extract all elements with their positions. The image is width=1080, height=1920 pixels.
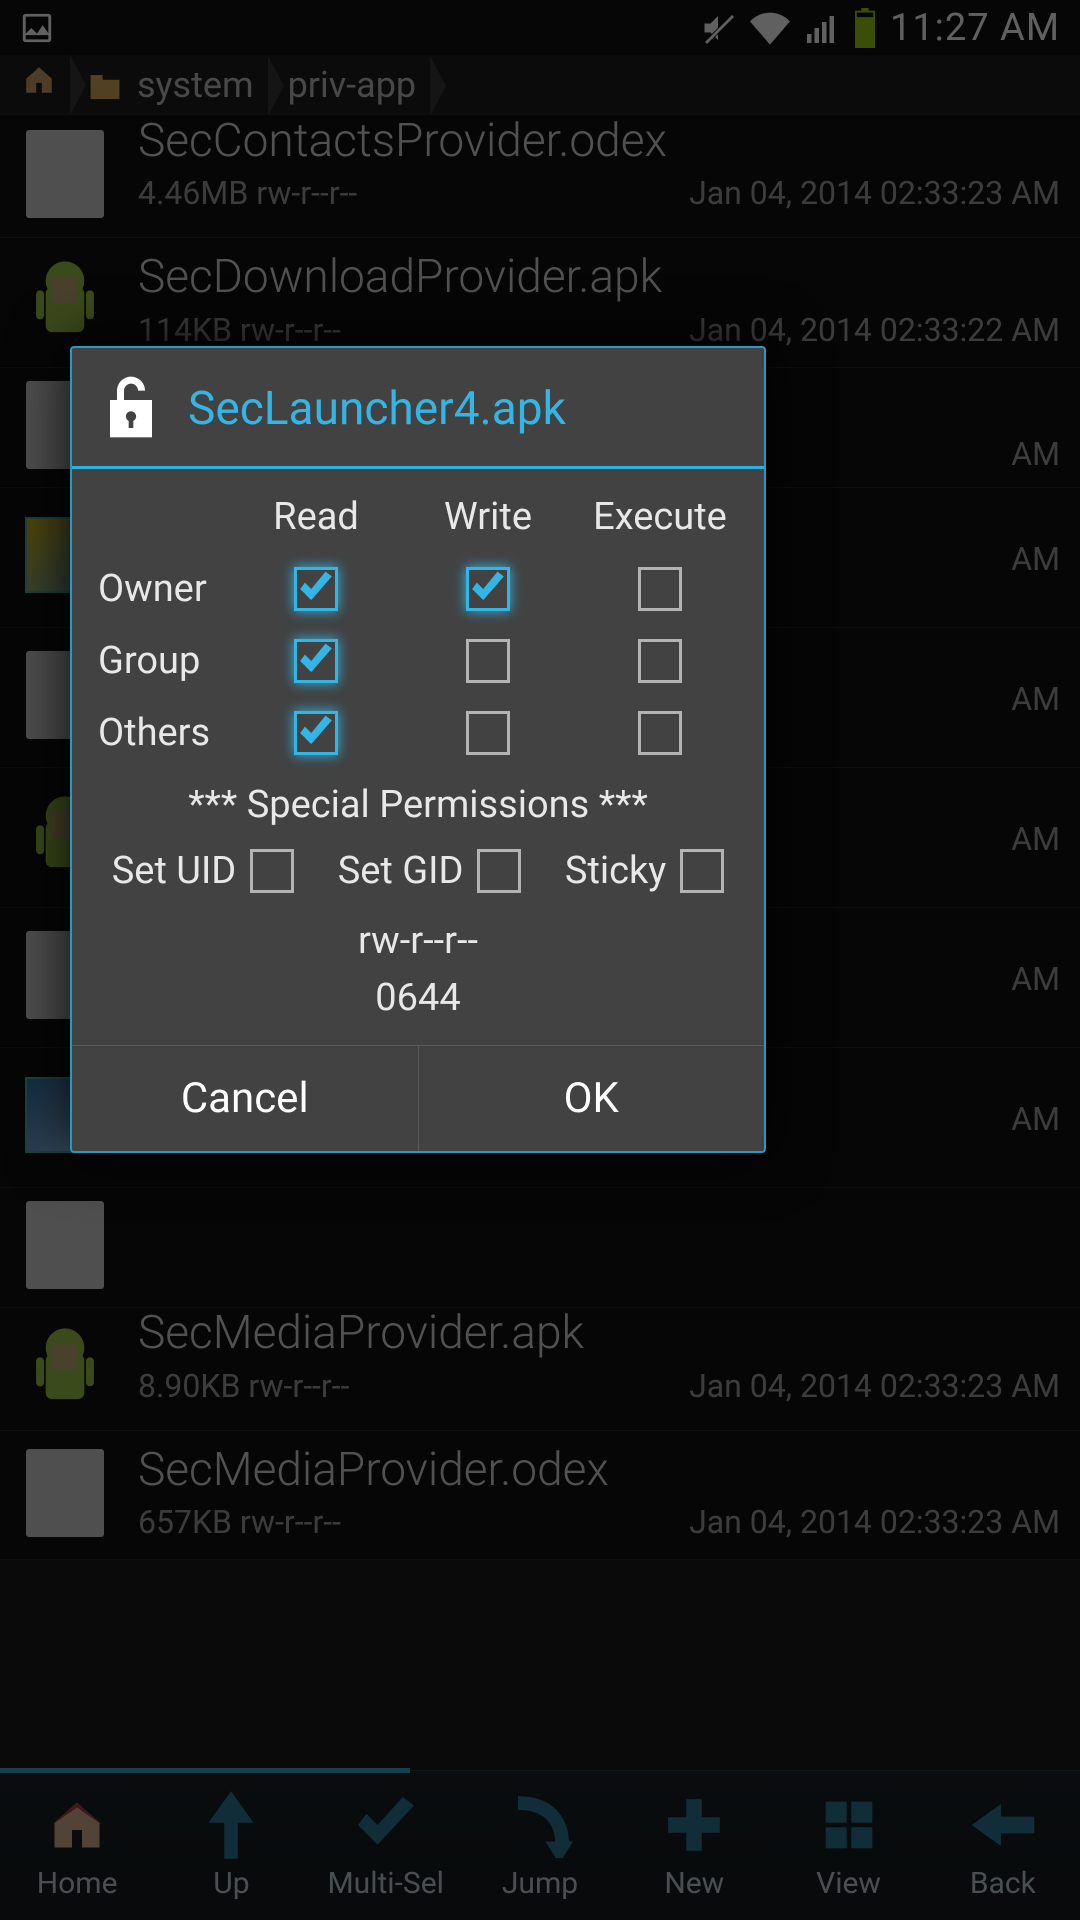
- bottom-label: Multi-Sel: [327, 1866, 443, 1901]
- picture-icon: [20, 11, 54, 45]
- breadcrumb-label-2: priv-app: [288, 64, 417, 106]
- sticky-label: Sticky: [565, 849, 666, 893]
- breadcrumb: system priv-app: [0, 55, 1080, 115]
- plus-icon: [659, 1790, 729, 1860]
- grid-icon: [814, 1790, 884, 1860]
- file-name: SecMediaProvider.apk: [138, 1308, 1060, 1359]
- bottom-label: View: [816, 1866, 881, 1901]
- chk-setgid[interactable]: [477, 849, 521, 893]
- bottom-label: Jump: [502, 1866, 578, 1901]
- file-size-perm: 4.46MB rw-r--r--: [138, 174, 357, 212]
- file-size-perm: 114KB rw-r--r--: [138, 311, 341, 349]
- chk-others-write[interactable]: [466, 711, 510, 755]
- file-icon: [20, 1200, 110, 1290]
- apk-icon: [20, 1322, 110, 1412]
- bottom-label: Up: [213, 1866, 249, 1901]
- file-date: Jan 04, 2014 02:33:23 AM: [689, 174, 1060, 212]
- home-button[interactable]: Home: [0, 1771, 154, 1920]
- chk-group-execute[interactable]: [638, 639, 682, 683]
- special-title: *** Special Permissions ***: [90, 783, 746, 827]
- file-date: AM: [1011, 435, 1060, 473]
- file-date: AM: [1011, 820, 1060, 858]
- bottom-label: Home: [37, 1866, 118, 1901]
- bottom-label: New: [664, 1866, 724, 1901]
- chk-others-execute[interactable]: [638, 711, 682, 755]
- file-row[interactable]: [0, 1188, 1080, 1308]
- jump-button[interactable]: Jump: [463, 1771, 617, 1920]
- file-name: SecMediaProvider.odex: [138, 1445, 1060, 1496]
- file-date: AM: [1011, 540, 1060, 578]
- home-icon: [42, 1790, 112, 1860]
- file-size-perm: 657KB rw-r--r--: [138, 1503, 341, 1541]
- up-arrow-icon: [196, 1790, 266, 1860]
- chk-owner-write[interactable]: [466, 567, 510, 611]
- file-row[interactable]: SecMediaProvider.apk 8.90KB rw-r--r-- Ja…: [0, 1308, 1080, 1431]
- breadcrumb-label-1: system: [137, 64, 254, 106]
- status-bar: 11:27 AM: [0, 0, 1080, 55]
- multisel-button[interactable]: Multi-Sel: [309, 1771, 463, 1920]
- lock-icon: [102, 372, 160, 446]
- file-date: AM: [1011, 960, 1060, 998]
- ok-button[interactable]: OK: [419, 1046, 765, 1151]
- apk-icon: [20, 255, 110, 345]
- file-date: Jan 04, 2014 02:33:22 AM: [689, 311, 1060, 349]
- cancel-button[interactable]: Cancel: [72, 1046, 419, 1151]
- wifi-icon: [750, 10, 790, 46]
- breadcrumb-home[interactable]: [10, 63, 78, 106]
- row-others-label: Others: [90, 711, 230, 755]
- jump-icon: [505, 1790, 575, 1860]
- perm-string: rw-r--r--: [90, 913, 746, 970]
- dialog-title: SecLauncher4.apk: [188, 382, 566, 436]
- chk-owner-execute[interactable]: [638, 567, 682, 611]
- file-icon: [20, 1448, 110, 1538]
- check-icon: [351, 1790, 421, 1860]
- breadcrumb-privapp[interactable]: priv-app: [276, 64, 439, 106]
- file-date: AM: [1011, 680, 1060, 718]
- chk-sticky[interactable]: [680, 849, 724, 893]
- bottom-toolbar: Home Up Multi-Sel Jump New View Back: [0, 1770, 1080, 1920]
- chk-others-read[interactable]: [294, 711, 338, 755]
- file-row[interactable]: SecContactsProvider.odex 4.46MB rw-r--r-…: [0, 115, 1080, 238]
- signal-icon: [804, 10, 840, 46]
- file-date: Jan 04, 2014 02:33:23 AM: [689, 1367, 1060, 1405]
- breadcrumb-system[interactable]: system: [78, 64, 276, 106]
- setuid-label: Set UID: [112, 849, 236, 893]
- col-write: Write: [402, 495, 574, 539]
- mute-icon: [700, 10, 736, 46]
- file-size-perm: 8.90KB rw-r--r--: [138, 1367, 349, 1405]
- chk-group-write[interactable]: [466, 639, 510, 683]
- file-name: SecContactsProvider.odex: [138, 116, 1060, 167]
- col-read: Read: [230, 495, 402, 539]
- file-name: SecDownloadProvider.apk: [138, 252, 1060, 303]
- chk-group-read[interactable]: [294, 639, 338, 683]
- file-date: Jan 04, 2014 02:33:23 AM: [689, 1503, 1060, 1541]
- row-group-label: Group: [90, 639, 230, 683]
- perm-octal: 0644: [90, 970, 746, 1027]
- file-icon: [20, 129, 110, 219]
- bottom-label: Back: [970, 1866, 1036, 1901]
- chk-setuid[interactable]: [250, 849, 294, 893]
- battery-icon: [854, 8, 876, 48]
- file-row[interactable]: SecMediaProvider.odex 657KB rw-r--r-- Ja…: [0, 1431, 1080, 1561]
- back-button[interactable]: Back: [926, 1771, 1080, 1920]
- chk-owner-read[interactable]: [294, 567, 338, 611]
- up-button[interactable]: Up: [154, 1771, 308, 1920]
- view-button[interactable]: View: [771, 1771, 925, 1920]
- col-execute: Execute: [574, 495, 746, 539]
- scroll-indicator: [0, 1768, 410, 1773]
- status-time: 11:27 AM: [890, 6, 1060, 50]
- row-owner-label: Owner: [90, 567, 230, 611]
- setgid-label: Set GID: [338, 849, 464, 893]
- new-button[interactable]: New: [617, 1771, 771, 1920]
- permissions-dialog: SecLauncher4.apk Read Write Execute Owne…: [70, 346, 766, 1153]
- file-date: AM: [1011, 1100, 1060, 1138]
- back-arrow-icon: [968, 1790, 1038, 1860]
